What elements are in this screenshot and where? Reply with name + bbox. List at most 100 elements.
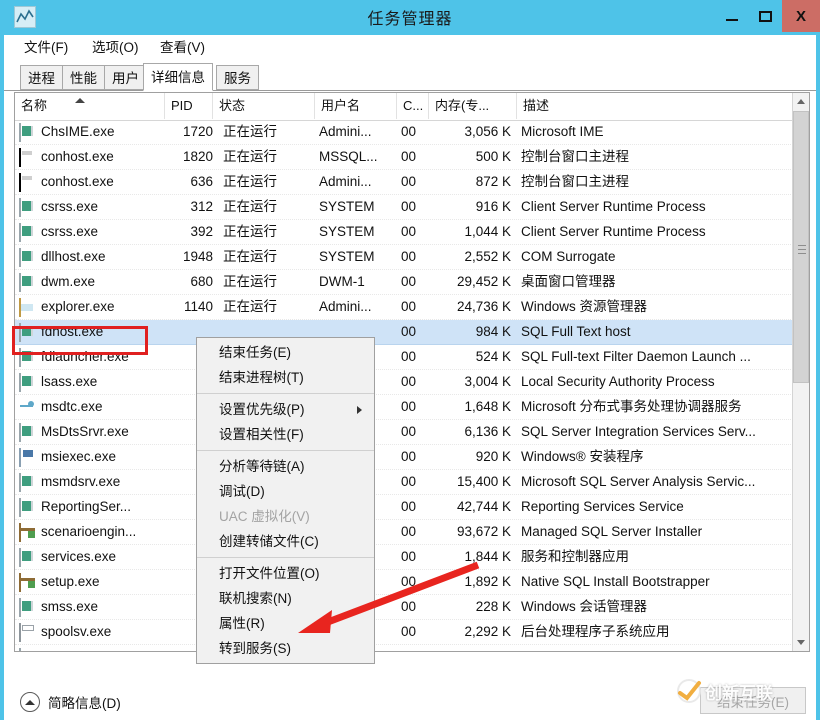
context-menu-item[interactable]: 结束进程树(T) <box>197 365 374 390</box>
context-menu-item[interactable]: 创建转储文件(C) <box>197 529 374 554</box>
installer-icon <box>19 448 21 467</box>
menu-bar: 文件(F) 选项(O) 查看(V) <box>4 35 816 61</box>
table-row[interactable]: ChsIME.exe1720正在运行Admini...003,056 KMicr… <box>15 120 793 145</box>
cell-status: 正在运行 <box>223 145 315 169</box>
table-row[interactable]: explorer.exe1140正在运行Admini...0024,736 KW… <box>15 295 793 320</box>
task-manager-window: 任务管理器 X 文件(F) 选项(O) 查看(V) 进程 性能 用户 详细信息 … <box>0 0 820 720</box>
minimize-button[interactable] <box>716 0 748 32</box>
cell-cpu: 00 <box>401 420 427 444</box>
end-task-button[interactable]: 结束任务(E) <box>700 687 806 714</box>
table-row[interactable]: dllhost.exe1948正在运行SYSTEM002,552 KCOM Su… <box>15 245 793 270</box>
exe-icon <box>19 273 21 292</box>
table-row[interactable]: SQLServer201...2664正在运行Admini...003,448 … <box>15 645 793 651</box>
column-header-name[interactable]: 名称 <box>15 93 165 119</box>
box-icon <box>19 523 21 542</box>
menu-file[interactable]: 文件(F) <box>20 38 72 58</box>
cell-cpu: 00 <box>401 320 427 344</box>
exe-icon <box>19 598 21 617</box>
close-button[interactable]: X <box>782 0 820 32</box>
cell-name: spoolsv.exe <box>41 620 167 644</box>
cell-name: conhost.exe <box>41 145 167 169</box>
cell-description: Client Server Runtime Process <box>521 220 793 244</box>
cell-cpu: 00 <box>401 395 427 419</box>
cell-status: 正在运行 <box>223 170 315 194</box>
tab-details[interactable]: 详细信息 <box>143 63 213 91</box>
cell-cpu: 00 <box>401 645 427 651</box>
cell-name: ReportingSer... <box>41 495 167 519</box>
context-menu-item[interactable]: 设置相关性(F) <box>197 422 374 447</box>
table-row[interactable]: csrss.exe392正在运行SYSTEM001,044 KClient Se… <box>15 220 793 245</box>
cell-pid: 312 <box>165 195 213 219</box>
cell-description: Client Server Runtime Process <box>521 195 793 219</box>
column-header-pid[interactable]: PID <box>165 93 213 119</box>
cell-pid: 636 <box>165 170 213 194</box>
cell-description: 控制台窗口主进程 <box>521 170 793 194</box>
tab-users[interactable]: 用户 <box>104 65 147 90</box>
exe-icon <box>19 123 21 142</box>
context-menu-item-label: 设置相关性(F) <box>219 427 304 442</box>
cell-status: 正在运行 <box>223 245 315 269</box>
table-row[interactable]: scenarioengin...0093,672 KManaged SQL Se… <box>15 520 793 545</box>
cell-memory: 3,056 K <box>427 120 511 144</box>
exe-icon <box>19 248 21 267</box>
cell-name: SQLServer201... <box>41 645 167 651</box>
menu-view[interactable]: 查看(V) <box>156 38 209 58</box>
cell-cpu: 00 <box>401 245 427 269</box>
column-header-row: 名称 PID 状态 用户名 C... 内存(专... 描述 <box>15 93 809 121</box>
scroll-down-button[interactable] <box>793 634 809 651</box>
maximize-button[interactable] <box>748 0 782 32</box>
context-menu-item[interactable]: 调试(D) <box>197 479 374 504</box>
context-menu-item[interactable]: 设置优先级(P) <box>197 397 374 422</box>
table-row[interactable]: msiexec.exe00920 KWindows® 安装程序 <box>15 445 793 470</box>
cell-memory: 6,136 K <box>427 420 511 444</box>
cell-pid: 392 <box>165 220 213 244</box>
column-header-status[interactable]: 状态 <box>213 93 315 119</box>
context-menu-item[interactable]: 分析等待链(A) <box>197 454 374 479</box>
table-row[interactable]: dwm.exe680正在运行DWM-10029,452 K桌面窗口管理器 <box>15 270 793 295</box>
cell-status: 正在运行 <box>223 220 315 244</box>
scrollbar-thumb[interactable] <box>793 111 809 383</box>
exe-icon <box>19 648 21 651</box>
table-row[interactable]: conhost.exe1820正在运行MSSQL...00500 K控制台窗口主… <box>15 145 793 170</box>
cell-description: Microsoft SQL Server Analysis Servic... <box>521 470 793 494</box>
table-row[interactable]: msmdsrv.exe0015,400 KMicrosoft SQL Serve… <box>15 470 793 495</box>
cell-description: 桌面窗口管理器 <box>521 270 793 294</box>
table-row[interactable]: msdtc.exe001,648 KMicrosoft 分布式事务处理协调器服务 <box>15 395 793 420</box>
cell-status: 正在运行 <box>223 270 315 294</box>
table-row[interactable]: lsass.exe003,004 KLocal Security Authori… <box>15 370 793 395</box>
cell-username: Admini... <box>319 120 397 144</box>
vertical-scrollbar[interactable] <box>792 93 809 651</box>
column-header-cpu[interactable]: C... <box>397 93 429 119</box>
chevron-up-icon <box>797 99 805 104</box>
brief-info-toggle[interactable]: 简略信息(D) <box>20 691 121 713</box>
tab-processes[interactable]: 进程 <box>20 65 63 90</box>
cell-status: 正在运行 <box>223 295 315 319</box>
column-header-user[interactable]: 用户名 <box>315 93 397 119</box>
cell-memory: 42,744 K <box>427 495 511 519</box>
cell-description: Windows 会话管理器 <box>521 595 793 619</box>
column-header-memory[interactable]: 内存(专... <box>429 93 517 119</box>
annotation-highlight-box <box>12 326 148 355</box>
column-header-desc[interactable]: 描述 <box>517 93 793 119</box>
table-row[interactable]: ReportingSer...0042,744 KReporting Servi… <box>15 495 793 520</box>
cell-cpu: 00 <box>401 370 427 394</box>
menu-options[interactable]: 选项(O) <box>88 38 143 58</box>
tab-performance[interactable]: 性能 <box>62 65 105 90</box>
cell-name: conhost.exe <box>41 170 167 194</box>
cell-cpu: 00 <box>401 220 427 244</box>
exe-icon <box>19 548 21 567</box>
context-menu-item[interactable]: 结束任务(E) <box>197 340 374 365</box>
table-row[interactable]: csrss.exe312正在运行SYSTEM00916 KClient Serv… <box>15 195 793 220</box>
table-row[interactable]: MsDtsSrvr.exe006,136 KSQL Server Integra… <box>15 420 793 445</box>
cell-memory: 920 K <box>427 445 511 469</box>
cell-name: msmdsrv.exe <box>41 470 167 494</box>
cell-pid: 1948 <box>165 245 213 269</box>
cell-description: Managed SQL Server Installer <box>521 520 793 544</box>
scroll-up-button[interactable] <box>793 93 809 110</box>
window-title: 任务管理器 <box>0 5 820 29</box>
exe-icon <box>19 423 21 442</box>
tab-services[interactable]: 服务 <box>216 65 259 90</box>
cell-memory: 872 K <box>427 170 511 194</box>
table-row[interactable]: conhost.exe636正在运行Admini...00872 K控制台窗口主… <box>15 170 793 195</box>
console-icon <box>19 173 21 192</box>
